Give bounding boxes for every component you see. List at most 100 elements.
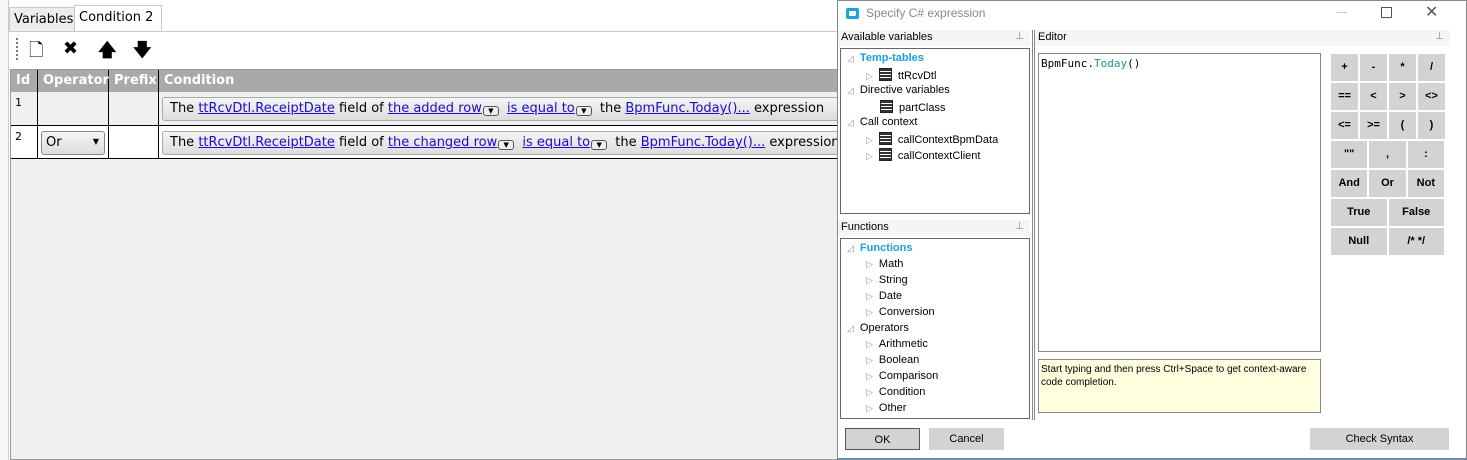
keypad-button[interactable]: /* */: [1387, 227, 1445, 256]
tree-node[interactable]: ▷ Arithmetic: [866, 338, 928, 354]
field-link[interactable]: ttRcvDtl.ReceiptDate: [198, 135, 335, 150]
row-2-prefix[interactable]: [109, 126, 159, 159]
dialog-title: Specify C# expression: [866, 6, 986, 20]
ok-button[interactable]: OK: [845, 428, 920, 450]
keypad-button[interactable]: "": [1330, 140, 1369, 169]
chevron-down-icon[interactable]: ▼: [498, 140, 515, 150]
code-editor[interactable]: BpmFunc.Today(): [1038, 53, 1321, 352]
tree-node[interactable]: ▷ String: [866, 274, 908, 290]
tree-node[interactable]: ▷ Boolean: [866, 354, 919, 370]
keypad-button[interactable]: True: [1330, 198, 1388, 227]
keypad-button[interactable]: <=: [1330, 111, 1359, 140]
tree-node[interactable]: ◿ Functions: [847, 242, 912, 258]
keypad-button[interactable]: Or: [1368, 169, 1407, 198]
row-2-id: 2: [11, 126, 38, 159]
expression-link[interactable]: BpmFunc.Today()...: [641, 135, 766, 150]
keypad-button[interactable]: Null: [1330, 227, 1388, 256]
keypad-button[interactable]: -: [1359, 53, 1388, 82]
keypad-button[interactable]: <>: [1417, 82, 1446, 111]
keypad-button[interactable]: >: [1388, 82, 1417, 111]
move-up-icon[interactable]: 🡅: [98, 38, 117, 68]
keypad-button[interactable]: <: [1359, 82, 1388, 111]
tree-node[interactable]: ▷ Math: [866, 258, 903, 274]
splitter[interactable]: [1032, 30, 1035, 420]
tree-node[interactable]: ▷ Conversion: [866, 306, 935, 322]
pin-icon[interactable]: ⊥: [1435, 31, 1444, 42]
field-link[interactable]: ttRcvDtl.ReceiptDate: [198, 101, 335, 116]
row-link[interactable]: the changed row: [388, 135, 497, 150]
variables-tree: ◿ Temp-tables ▷ ttRcvDtl ◿ Directive variab…: [840, 48, 1030, 214]
tree-node[interactable]: ◿ Operators: [847, 322, 909, 338]
keypad-button[interactable]: >=: [1359, 111, 1388, 140]
header-operator: Operator: [38, 70, 109, 92]
tree-node[interactable]: ▷ ttRcvDtl: [866, 68, 936, 84]
tab-variables[interactable]: Variables: [9, 7, 79, 32]
chevron-down-icon: ▼: [92, 137, 99, 146]
pin-icon[interactable]: ⊥: [1015, 31, 1024, 42]
tab-content-border: [9, 31, 839, 32]
keypad-button[interactable]: And: [1330, 169, 1369, 198]
text: The: [170, 101, 195, 116]
hint-box: Start typing and then press Ctrl+Space t…: [1038, 359, 1321, 413]
row-2-condition: The ttRcvDtl.ReceiptDate field of the ch…: [162, 131, 842, 155]
keypad-button[interactable]: +: [1330, 53, 1359, 82]
tree-node[interactable]: partClass: [880, 100, 945, 116]
table-icon: [878, 68, 892, 81]
tree-node[interactable]: ▷ callContextClient: [866, 148, 980, 164]
new-icon[interactable]: 🗋: [29, 38, 43, 68]
tree-node[interactable]: ▷ Other: [866, 402, 906, 418]
chevron-down-icon[interactable]: ▼: [591, 140, 608, 150]
available-variables-header: Available variables ⊥: [838, 30, 1030, 46]
tree-node[interactable]: ▷ Comparison: [866, 370, 938, 386]
keypad-button[interactable]: ,: [1368, 140, 1407, 169]
chevron-down-icon[interactable]: ▼: [575, 106, 592, 116]
tree-node[interactable]: ▷ callContextBpmData: [866, 132, 998, 148]
row-link[interactable]: the added row: [388, 101, 482, 116]
expression-link[interactable]: BpmFunc.Today()...: [625, 101, 750, 116]
toolbar-grip: [16, 38, 18, 60]
row-1-prefix[interactable]: [109, 92, 159, 126]
app-icon: [846, 8, 859, 19]
header-condition: Condition: [159, 70, 839, 92]
label: Available variables: [841, 31, 933, 43]
cancel-button[interactable]: Cancel: [929, 428, 1004, 450]
keypad-button[interactable]: ==: [1330, 82, 1359, 111]
header-prefix: Prefix: [109, 70, 159, 92]
pin-icon[interactable]: ⊥: [1015, 221, 1024, 232]
tree-node[interactable]: ▷ Date: [866, 290, 902, 306]
left-edge: [0, 0, 9, 460]
operator-select[interactable]: Or ▼: [41, 131, 105, 155]
text: expression: [754, 101, 825, 116]
chevron-down-icon[interactable]: ▼: [482, 106, 499, 116]
close-button[interactable]: ✕: [1425, 2, 1438, 21]
tree-node[interactable]: ◿ Call context: [847, 116, 917, 132]
text: field of: [339, 101, 384, 116]
tree-node[interactable]: ◿ Directive variables: [847, 84, 950, 100]
tree-node[interactable]: ▷ Condition: [866, 386, 925, 402]
text: the: [615, 135, 637, 150]
keypad-button[interactable]: (: [1388, 111, 1417, 140]
tab-condition-2[interactable]: Condition 2: [74, 5, 162, 32]
row-1-operator[interactable]: [38, 92, 109, 126]
functions-header: Functions ⊥: [838, 220, 1030, 236]
label: Editor: [1038, 31, 1067, 43]
table-icon: [878, 148, 892, 161]
tree-node[interactable]: ◿ Temp-tables: [847, 52, 924, 68]
text: expression: [769, 135, 840, 150]
variable-icon: [880, 100, 893, 113]
keypad-button[interactable]: Not: [1406, 169, 1445, 198]
keypad-button[interactable]: *: [1388, 53, 1417, 82]
keypad-button[interactable]: :: [1406, 140, 1445, 169]
move-down-icon[interactable]: 🡇: [133, 38, 152, 68]
keypad-button[interactable]: /: [1417, 53, 1446, 82]
check-syntax-button[interactable]: Check Syntax: [1310, 428, 1449, 450]
operator-link[interactable]: is equal to: [522, 135, 590, 150]
keypad-button[interactable]: False: [1387, 198, 1445, 227]
keypad-button[interactable]: ): [1417, 111, 1446, 140]
maximize-button[interactable]: [1381, 7, 1392, 18]
operator-link[interactable]: is equal to: [507, 101, 575, 116]
delete-icon[interactable]: ✖: [63, 38, 78, 59]
header-id: Id: [11, 70, 38, 92]
minimize-button[interactable]: [1336, 12, 1347, 13]
table-icon: [878, 132, 892, 145]
